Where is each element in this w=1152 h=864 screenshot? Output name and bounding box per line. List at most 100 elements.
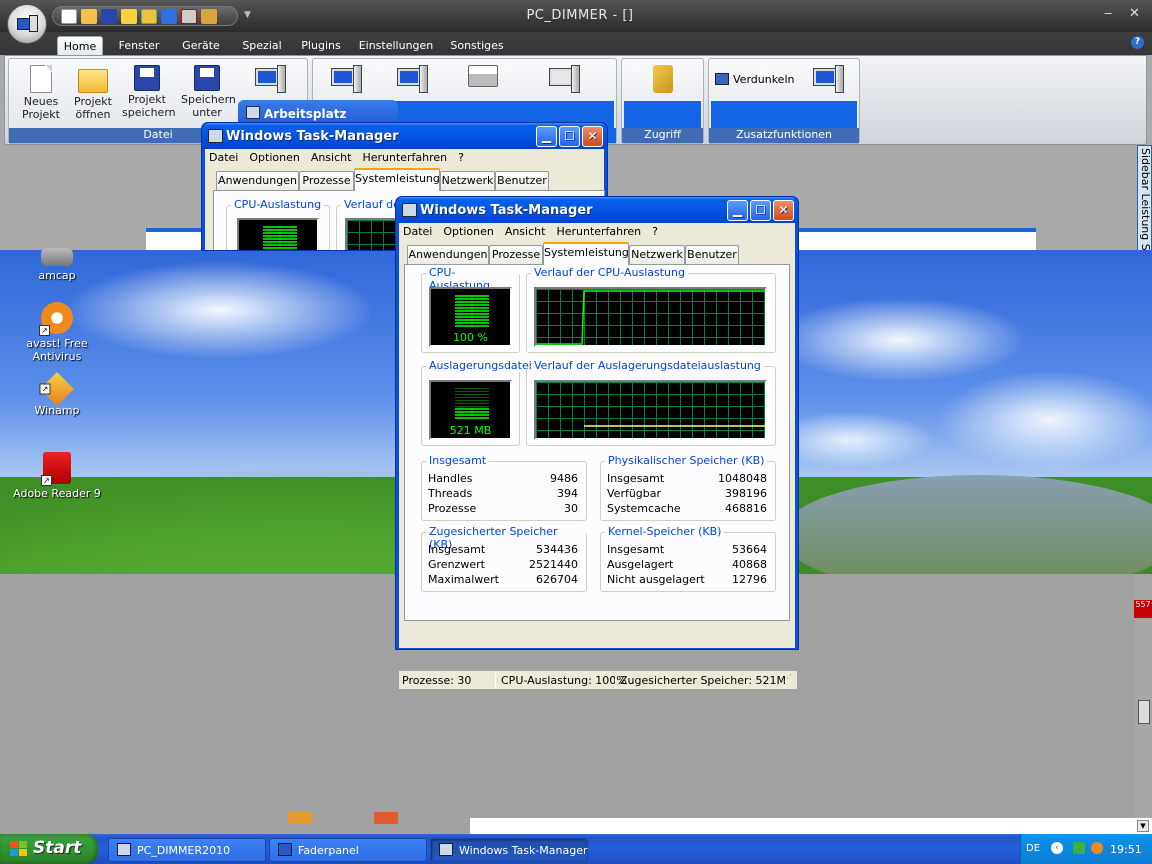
wrench-icon[interactable] [201, 9, 217, 24]
totals-list: Handles 9486 Threads 394 Prozesse 30 [428, 472, 578, 517]
minimize-icon[interactable]: ‒ [1104, 6, 1112, 21]
tab-prozesse[interactable]: Prozesse [299, 171, 354, 190]
menu-help[interactable]: ? [458, 151, 464, 164]
first-aid-button[interactable] [545, 65, 585, 93]
menu-optionen[interactable]: Optionen [443, 225, 493, 238]
menu-herunterfahren[interactable]: Herunterfahren [556, 225, 641, 238]
save-as-button[interactable]: Speichern unter [179, 65, 236, 119]
tab-geraete[interactable]: Geräte [176, 36, 226, 55]
qat-dropdown-icon[interactable]: ▼ [244, 10, 251, 20]
winamp-icon: ↗ [39, 372, 74, 406]
fader-handle[interactable] [1138, 700, 1150, 724]
commit-charge-box: Zugesicherter Speicher (KB) Insgesamt 534… [421, 525, 587, 592]
resize-grip-icon[interactable]: ⋰ [783, 674, 792, 684]
tab-netzwerk[interactable]: Netzwerk [629, 245, 685, 264]
tab-systemleistung[interactable]: Systemleistung [354, 168, 440, 191]
tab-strip: Anwendungen Prozesse Systemleistung Netz… [205, 167, 604, 191]
avast-tray-icon[interactable] [1091, 842, 1103, 854]
app-menu-orb[interactable] [7, 4, 47, 44]
open-project-button[interactable]: Projekt öffnen [67, 65, 119, 121]
desktop-icon-adobe-reader[interactable]: ↗ Adobe Reader 9 [2, 452, 112, 500]
cpu-history-graph [534, 287, 767, 347]
new-document-icon [30, 65, 52, 93]
taskmgr-back-titlebar[interactable]: Windows Task-Manager ▁ ☐ ✕ [202, 123, 607, 149]
taskbar-button-pc-dimmer[interactable]: PC_DIMMER2010 [108, 838, 266, 862]
multi-monitor-icon [813, 65, 844, 93]
tools-icon[interactable] [181, 9, 197, 24]
tab-anwendungen[interactable]: Anwendungen [216, 171, 299, 190]
pagefile-box: Auslagerungsdatei 521 MB [421, 359, 535, 446]
tab-einstellungen[interactable]: Einstellungen [356, 36, 436, 55]
status-processes: Prozesse: 30 [402, 674, 472, 687]
multi-monitor-button[interactable] [809, 65, 849, 93]
close-icon[interactable]: ✕ [1129, 6, 1140, 21]
verdunkeln-button[interactable]: Verdunkeln [733, 73, 794, 86]
stat-row: Handles 9486 [428, 472, 578, 487]
save-disk-icon [134, 65, 160, 91]
tab-plugins[interactable]: Plugins [297, 36, 345, 55]
totals-title: Insgesamt [426, 454, 490, 467]
close-button[interactable]: ✕ [582, 126, 603, 147]
desktop-icon-amcap[interactable]: amcap [2, 236, 112, 282]
menu-ansicht[interactable]: Ansicht [505, 225, 546, 238]
taskmgr-window[interactable]: Windows Task-Manager ▁ ☐ ✕ Datei Optionen… [395, 196, 799, 689]
print-button[interactable] [463, 65, 503, 89]
menu-datei[interactable]: Datei [403, 225, 432, 238]
language-indicator[interactable]: DE [1026, 843, 1040, 854]
tab-fenster[interactable]: Fenster [113, 36, 165, 55]
save-project-button[interactable]: Projekt speichern [119, 65, 176, 119]
bottom-scroll-strip[interactable] [470, 818, 1152, 834]
desktop-icon-winamp[interactable]: ↗ Winamp [2, 372, 112, 417]
maximize-button[interactable]: ☐ [559, 126, 580, 147]
desktop-icon-label: amcap [38, 269, 76, 282]
open-project-label: Projekt öffnen [74, 95, 112, 121]
tab-prozesse[interactable]: Prozesse [489, 245, 543, 264]
network-icon[interactable] [1073, 842, 1085, 854]
tab-netzwerk[interactable]: Netzwerk [440, 171, 495, 190]
desktop-icon-avast[interactable]: ↗ avast! Free Antivirus [2, 302, 112, 363]
new-project-button[interactable]: Neues Projekt [15, 65, 67, 121]
cpu-history-label: Verlauf der CPU-Auslastung [531, 266, 688, 279]
menu-ansicht[interactable]: Ansicht [311, 151, 352, 164]
tab-benutzer[interactable]: Benutzer [495, 171, 549, 190]
tab-home[interactable]: Home [57, 36, 103, 55]
tab-sonstiges[interactable]: Sonstiges [447, 36, 507, 55]
stat-value: 12796 [732, 573, 767, 586]
window-icon[interactable] [161, 9, 177, 24]
taskbar-button-taskmgr[interactable]: Windows Task-Manager [430, 838, 588, 862]
taskbar-button-faderpanel[interactable]: Faderpanel [269, 838, 427, 862]
menu-optionen[interactable]: Optionen [249, 151, 299, 164]
tab-systemleistung[interactable]: Systemleistung [543, 242, 629, 265]
pc-dimmer-icon [117, 843, 131, 856]
menu-herunterfahren[interactable]: Herunterfahren [362, 151, 447, 164]
stat-key: Systemcache [607, 502, 681, 515]
monitor-button[interactable] [393, 65, 433, 93]
folder-icon [78, 69, 108, 93]
new-file-icon[interactable] [61, 9, 77, 24]
tab-anwendungen[interactable]: Anwendungen [407, 245, 489, 264]
maximize-button[interactable]: ☐ [750, 200, 771, 221]
desktop-edit-button[interactable] [327, 65, 367, 93]
camera-icon [41, 248, 73, 266]
pc-button[interactable] [251, 65, 291, 93]
minimize-button[interactable]: ▁ [727, 200, 748, 221]
tab-spezial[interactable]: Spezial [237, 36, 287, 55]
pagefile-history-line [584, 425, 765, 427]
computer-icon [246, 106, 260, 119]
open-folder-icon[interactable] [81, 9, 97, 24]
physical-memory-list: Insgesamt 1048048 Verfügbar 398196 Systemc… [607, 472, 767, 517]
save-icon[interactable] [101, 9, 117, 24]
tray-expand-icon[interactable]: ‹ [1051, 842, 1063, 854]
minimize-button[interactable]: ▁ [536, 126, 557, 147]
bulb-icon[interactable] [121, 9, 137, 24]
access-keys-button[interactable] [646, 65, 680, 95]
menu-help[interactable]: ? [652, 225, 658, 238]
close-button[interactable]: ✕ [773, 200, 794, 221]
tab-benutzer[interactable]: Benutzer [685, 245, 739, 264]
help-icon[interactable]: ? [1131, 36, 1144, 49]
adobe-reader-icon: ↗ [41, 452, 71, 486]
menu-datei[interactable]: Datei [209, 151, 238, 164]
flag-icon[interactable] [141, 9, 157, 24]
taskmgr-titlebar[interactable]: Windows Task-Manager ▁ ☐ ✕ [396, 197, 798, 223]
scroll-arrow-icon[interactable]: ▼ [1137, 820, 1149, 832]
